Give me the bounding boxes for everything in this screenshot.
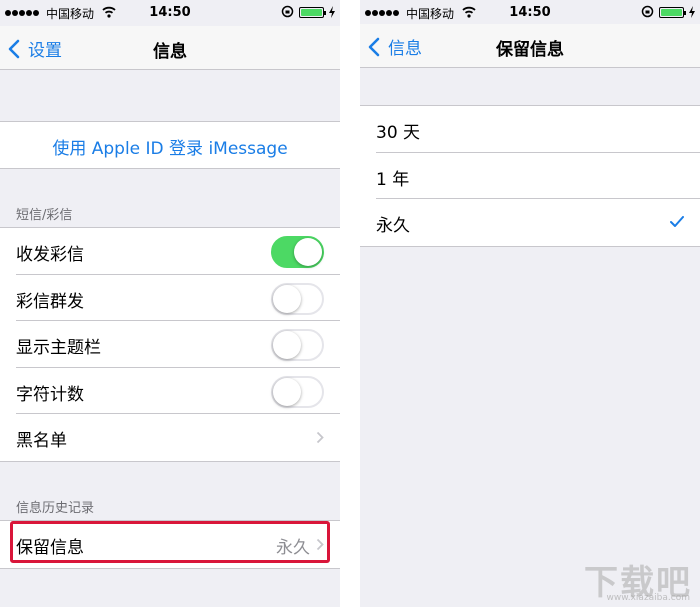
toggle-knob [273, 284, 301, 313]
sms-mms-settings-group: 收发彩信 彩信群发 显示主题栏 字符计数 黑名单 [0, 227, 340, 462]
mms-messaging-toggle[interactable] [271, 236, 324, 268]
character-count-toggle[interactable] [271, 375, 324, 408]
rotation-lock-icon [641, 5, 654, 18]
row-mms-messaging: 收发彩信 [0, 228, 340, 275]
battery-icon [299, 7, 326, 18]
navigation-bar: 信息 保留信息 [360, 24, 700, 68]
row-label: 彩信群发 [16, 291, 84, 312]
message-history-group: 保留信息 永久 [0, 520, 340, 569]
keep-messages-value: 永久 [276, 538, 310, 558]
row-show-subject-field: 显示主题栏 [0, 321, 340, 368]
option-forever[interactable]: 永久 [360, 199, 700, 246]
page-title: 信息 [153, 42, 187, 62]
group-messaging-toggle[interactable] [271, 282, 324, 315]
option-label: 1 年 [376, 169, 410, 190]
row-character-count: 字符计数 [0, 368, 340, 414]
navigation-bar: 设置 信息 [0, 26, 340, 70]
row-label: 保留信息 [16, 538, 84, 558]
apple-id-login-link[interactable]: 使用 Apple ID 登录 iMessage [0, 122, 340, 168]
show-subject-field-toggle[interactable] [271, 329, 324, 361]
toggle-knob [294, 238, 322, 266]
left-screen-messages-settings: 中国移动 14:50 设置 信息 使用 Apple ID 登录 iMessage… [0, 0, 340, 607]
watermark-url: www.xiazaiba.com [606, 593, 690, 603]
row-label: 收发彩信 [16, 245, 84, 265]
row-label: 字符计数 [16, 384, 84, 405]
page-title: 保留信息 [496, 40, 564, 60]
row-blocked[interactable]: 黑名单 [0, 414, 340, 461]
toggle-knob [273, 377, 301, 406]
right-screen-keep-messages: 中国移动 14:50 信息 保留信息 30 天 1 年 永久 [360, 0, 700, 607]
retention-options-group: 30 天 1 年 永久 [360, 105, 700, 247]
row-keep-messages[interactable]: 保留信息 永久 [0, 521, 340, 568]
option-label: 永久 [376, 216, 410, 236]
option-1-year[interactable]: 1 年 [360, 153, 700, 199]
chevron-right-icon [316, 538, 324, 551]
option-label: 30 天 [376, 123, 421, 143]
charging-icon [689, 6, 695, 18]
rotation-lock-icon [281, 5, 294, 18]
row-group-messaging: 彩信群发 [0, 275, 340, 321]
row-label: 显示主题栏 [16, 338, 101, 358]
chevron-right-icon [316, 431, 324, 444]
battery-icon [659, 7, 686, 18]
message-history-section-header: 信息历史记录 [16, 501, 95, 516]
option-30-days[interactable]: 30 天 [360, 106, 700, 153]
apple-id-group: 使用 Apple ID 登录 iMessage [0, 121, 340, 169]
toggle-knob [273, 331, 301, 359]
charging-icon [329, 6, 335, 18]
row-label: 黑名单 [16, 431, 67, 451]
status-bar: 中国移动 14:50 [0, 0, 340, 26]
checkmark-icon [670, 216, 684, 227]
sms-mms-section-header: 短信/彩信 [16, 208, 73, 223]
status-bar: 中国移动 14:50 [360, 0, 700, 26]
